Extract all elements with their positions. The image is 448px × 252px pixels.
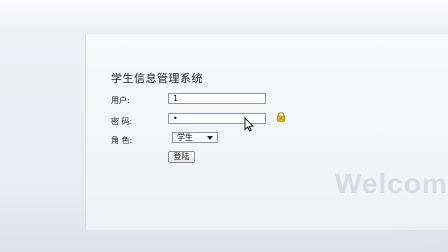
top-bar xyxy=(0,0,448,34)
lock-icon[interactable] xyxy=(276,112,286,122)
password-label: 密 码: xyxy=(111,117,133,126)
username-label: 用户: xyxy=(111,96,130,105)
page-title: 学生信息管理系统 xyxy=(111,72,203,85)
username-input[interactable]: 1 xyxy=(168,93,266,104)
role-label: 角 色: xyxy=(111,136,133,145)
login-panel xyxy=(85,34,448,230)
chevron-down-icon xyxy=(207,136,213,140)
mouse-cursor-icon xyxy=(244,117,254,132)
login-button[interactable]: 登陆 xyxy=(168,151,195,163)
role-selected-value: 学生 xyxy=(177,133,193,142)
role-select[interactable]: 学生 xyxy=(172,132,218,143)
welcome-watermark: Welcom xyxy=(335,168,448,199)
